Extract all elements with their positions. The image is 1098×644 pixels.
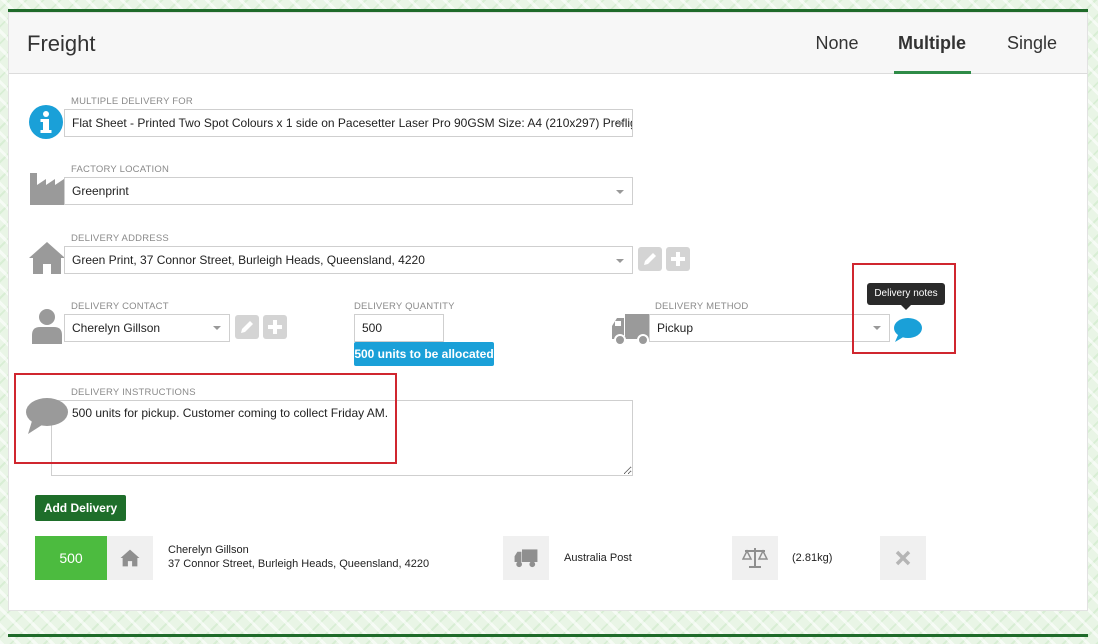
delivery-address-value: Green Print, 37 Connor Street, Burleigh …: [72, 253, 425, 267]
remove-delivery-button[interactable]: [880, 536, 926, 580]
speech-bubble-icon: [894, 318, 922, 342]
bottom-border: [8, 634, 1088, 637]
scale-icon: [732, 536, 778, 580]
close-icon: [895, 550, 911, 566]
panel-header: Freight None Multiple Single: [9, 13, 1087, 74]
multiple-delivery-for-value: Flat Sheet - Printed Two Spot Colours x …: [72, 116, 633, 130]
page-title: Freight: [27, 31, 96, 56]
multiple-delivery-for-select[interactable]: Flat Sheet - Printed Two Spot Colours x …: [64, 109, 633, 137]
person-icon: [31, 308, 63, 349]
truck-icon: [611, 312, 653, 351]
factory-location-value: Greenprint: [72, 184, 129, 198]
factory-location-select[interactable]: Greenprint: [64, 177, 633, 205]
delivery-notes-button[interactable]: [893, 317, 923, 348]
house-icon: [28, 241, 66, 280]
delivery-quantity-value: 500: [362, 321, 383, 335]
tab-single[interactable]: Single: [999, 33, 1065, 54]
truck-icon: [503, 536, 549, 580]
delivery-contact-cell: Cherelyn Gillson 37 Connor Street, Burle…: [168, 536, 503, 580]
add-address-button[interactable]: [666, 247, 690, 271]
info-icon: [29, 105, 63, 144]
add-delivery-button[interactable]: Add Delivery: [35, 495, 126, 521]
chevron-down-icon: [616, 259, 624, 263]
chevron-down-icon: [616, 122, 624, 126]
delivery-address-text: 37 Connor Street, Burleigh Heads, Queens…: [168, 558, 430, 570]
delivery-quantity-label: DELIVERY QUANTITY: [354, 301, 455, 312]
chevron-down-icon: [213, 326, 221, 330]
delivery-method-cell: Australia Post: [564, 552, 632, 564]
tab-none[interactable]: None: [805, 33, 869, 54]
chevron-down-icon: [616, 190, 624, 194]
delivery-contact-label: DELIVERY CONTACT: [71, 301, 169, 312]
allocation-badge: 500 units to be allocated: [354, 342, 494, 366]
edit-contact-button[interactable]: [235, 315, 259, 339]
house-icon: [107, 536, 153, 580]
plus-icon: [268, 320, 282, 334]
delivery-address-select[interactable]: Green Print, 37 Connor Street, Burleigh …: [64, 246, 633, 274]
active-tab-indicator: [894, 71, 971, 74]
delivery-method-label: DELIVERY METHOD: [655, 301, 749, 312]
plus-icon: [671, 252, 685, 266]
delivery-weight-cell: (2.81kg): [792, 552, 833, 564]
edit-address-button[interactable]: [638, 247, 662, 271]
delivery-contact-name: Cherelyn Gillson: [168, 544, 249, 556]
multiple-delivery-for-label: MULTIPLE DELIVERY FOR: [71, 96, 193, 107]
delivery-row: 500 Cherelyn Gillson 37 Connor Street, B…: [35, 536, 926, 580]
tab-multiple[interactable]: Multiple: [887, 33, 977, 54]
add-contact-button[interactable]: [263, 315, 287, 339]
factory-location-label: FACTORY LOCATION: [71, 164, 170, 175]
delivery-contact-select[interactable]: Cherelyn Gillson: [64, 314, 230, 342]
delivery-method-value: Pickup: [657, 321, 694, 335]
delivery-notes-tooltip: Delivery notes: [867, 283, 945, 310]
freight-panel: Freight None Multiple Single MULTIPLE DE…: [8, 12, 1088, 611]
delivery-quantity-input[interactable]: 500: [354, 314, 444, 342]
delivery-address-label: DELIVERY ADDRESS: [71, 233, 169, 244]
delivery-contact-value: Cherelyn Gillson: [72, 321, 161, 335]
delivery-quantity-cell: 500: [35, 536, 107, 580]
pencil-icon: [644, 253, 656, 265]
factory-icon: [29, 171, 65, 210]
pencil-icon: [241, 321, 253, 333]
delivery-instructions-highlight: [14, 373, 397, 464]
